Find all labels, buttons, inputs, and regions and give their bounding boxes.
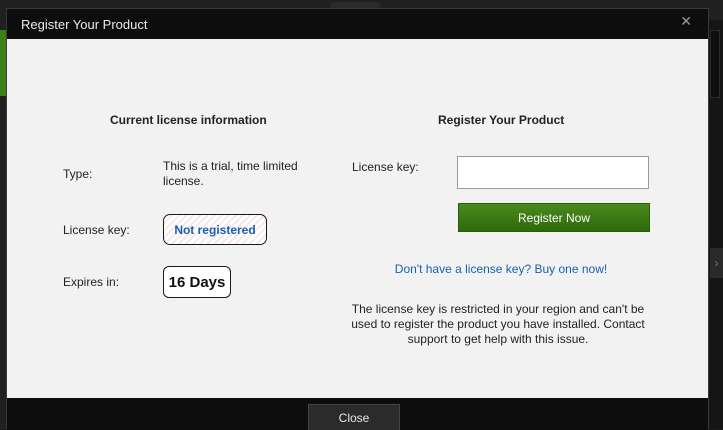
close-icon[interactable]: ✕ (680, 14, 692, 28)
license-status-badge: Not registered (163, 214, 267, 245)
dialog-footer: Close (7, 398, 708, 430)
register-now-button[interactable]: Register Now (458, 203, 650, 232)
license-key-label: License key: (63, 223, 130, 237)
register-key-label: License key: (352, 160, 419, 174)
register-heading: Register Your Product (438, 113, 565, 127)
type-label: Type: (63, 167, 93, 181)
register-dialog: Register Your Product ✕ Current license … (6, 8, 709, 430)
expires-badge: 16 Days (163, 266, 231, 298)
dialog-titlebar: Register Your Product ✕ (7, 9, 708, 39)
license-key-input[interactable] (457, 156, 649, 189)
dialog-title: Register Your Product (21, 16, 148, 32)
chevron-right-icon[interactable]: › (710, 248, 723, 278)
license-info-heading: Current license information (110, 113, 267, 127)
close-button[interactable]: Close (308, 404, 400, 430)
region-restriction-notice: The license key is restricted in your re… (351, 302, 645, 346)
background-scrollbar[interactable] (710, 30, 720, 98)
buy-license-link[interactable]: Don't have a license key? Buy one now! (351, 262, 651, 276)
type-value: This is a trial, time limited license. (163, 159, 298, 188)
expires-label: Expires in: (63, 275, 120, 289)
